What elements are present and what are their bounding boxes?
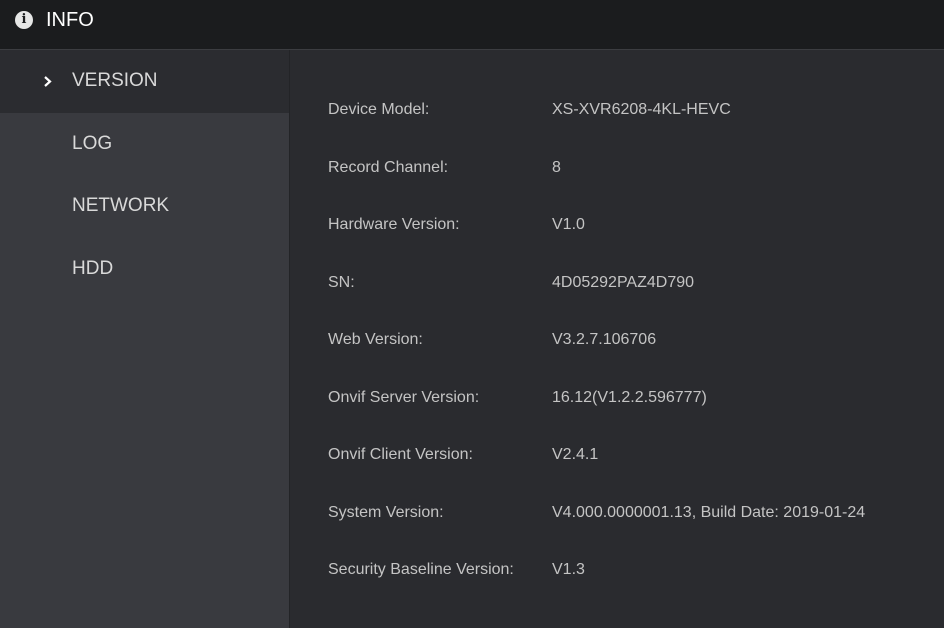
info-label: Onvif Client Version:	[328, 446, 473, 463]
info-row-security-baseline-version: Security Baseline Version: V1.3	[290, 559, 944, 583]
info-value: V2.4.1	[552, 446, 599, 463]
top-bar: i INFO	[0, 0, 944, 50]
sidebar-item-log[interactable]: LOG	[0, 113, 289, 176]
info-value: 16.12(V1.2.2.596777)	[552, 389, 707, 406]
info-label: Record Channel:	[328, 159, 449, 176]
info-row-onvif-server-version: Onvif Server Version: 16.12(V1.2.2.59677…	[290, 387, 944, 411]
info-row-sn: SN: 4D05292PAZ4D790	[290, 272, 944, 296]
info-row-system-version: System Version: V4.000.0000001.13, Build…	[290, 502, 944, 526]
info-value: XS-XVR6208-4KL-HEVC	[552, 101, 731, 118]
info-row-onvif-client-version: Onvif Client Version: V2.4.1	[290, 444, 944, 468]
info-icon: i	[15, 11, 33, 29]
sidebar-item-label: HDD	[72, 258, 114, 279]
sidebar-item-hdd[interactable]: HDD	[0, 238, 289, 301]
info-label: Web Version:	[328, 331, 423, 348]
sidebar-item-label: LOG	[72, 133, 113, 154]
info-row-device-model: Device Model: XS-XVR6208-4KL-HEVC	[290, 99, 944, 123]
version-panel: Device Model: XS-XVR6208-4KL-HEVC Record…	[290, 50, 944, 628]
info-value: 8	[552, 159, 561, 176]
info-row-hardware-version: Hardware Version: V1.0	[290, 214, 944, 238]
info-row-web-version: Web Version: V3.2.7.106706	[290, 329, 944, 353]
info-label: Device Model:	[328, 101, 430, 118]
info-value: V1.3	[552, 561, 585, 578]
sidebar: VERSION LOG NETWORK HDD	[0, 50, 290, 628]
page-title: INFO	[46, 9, 94, 31]
info-label: SN:	[328, 274, 355, 291]
sidebar-item-label: NETWORK	[72, 195, 170, 216]
info-label: Hardware Version:	[328, 216, 460, 233]
sidebar-item-version[interactable]: VERSION	[0, 50, 289, 113]
info-label: Security Baseline Version:	[328, 561, 514, 578]
info-value: V4.000.0000001.13, Build Date: 2019-01-2…	[552, 504, 866, 521]
info-row-record-channel: Record Channel: 8	[290, 157, 944, 181]
info-value: 4D05292PAZ4D790	[552, 274, 695, 291]
info-label: System Version:	[328, 504, 444, 521]
chevron-right-icon	[44, 76, 52, 87]
sidebar-item-label: VERSION	[72, 70, 158, 91]
sidebar-item-network[interactable]: NETWORK	[0, 175, 289, 238]
info-value: V1.0	[552, 216, 585, 233]
info-label: Onvif Server Version:	[328, 389, 480, 406]
info-value: V3.2.7.106706	[552, 331, 657, 348]
